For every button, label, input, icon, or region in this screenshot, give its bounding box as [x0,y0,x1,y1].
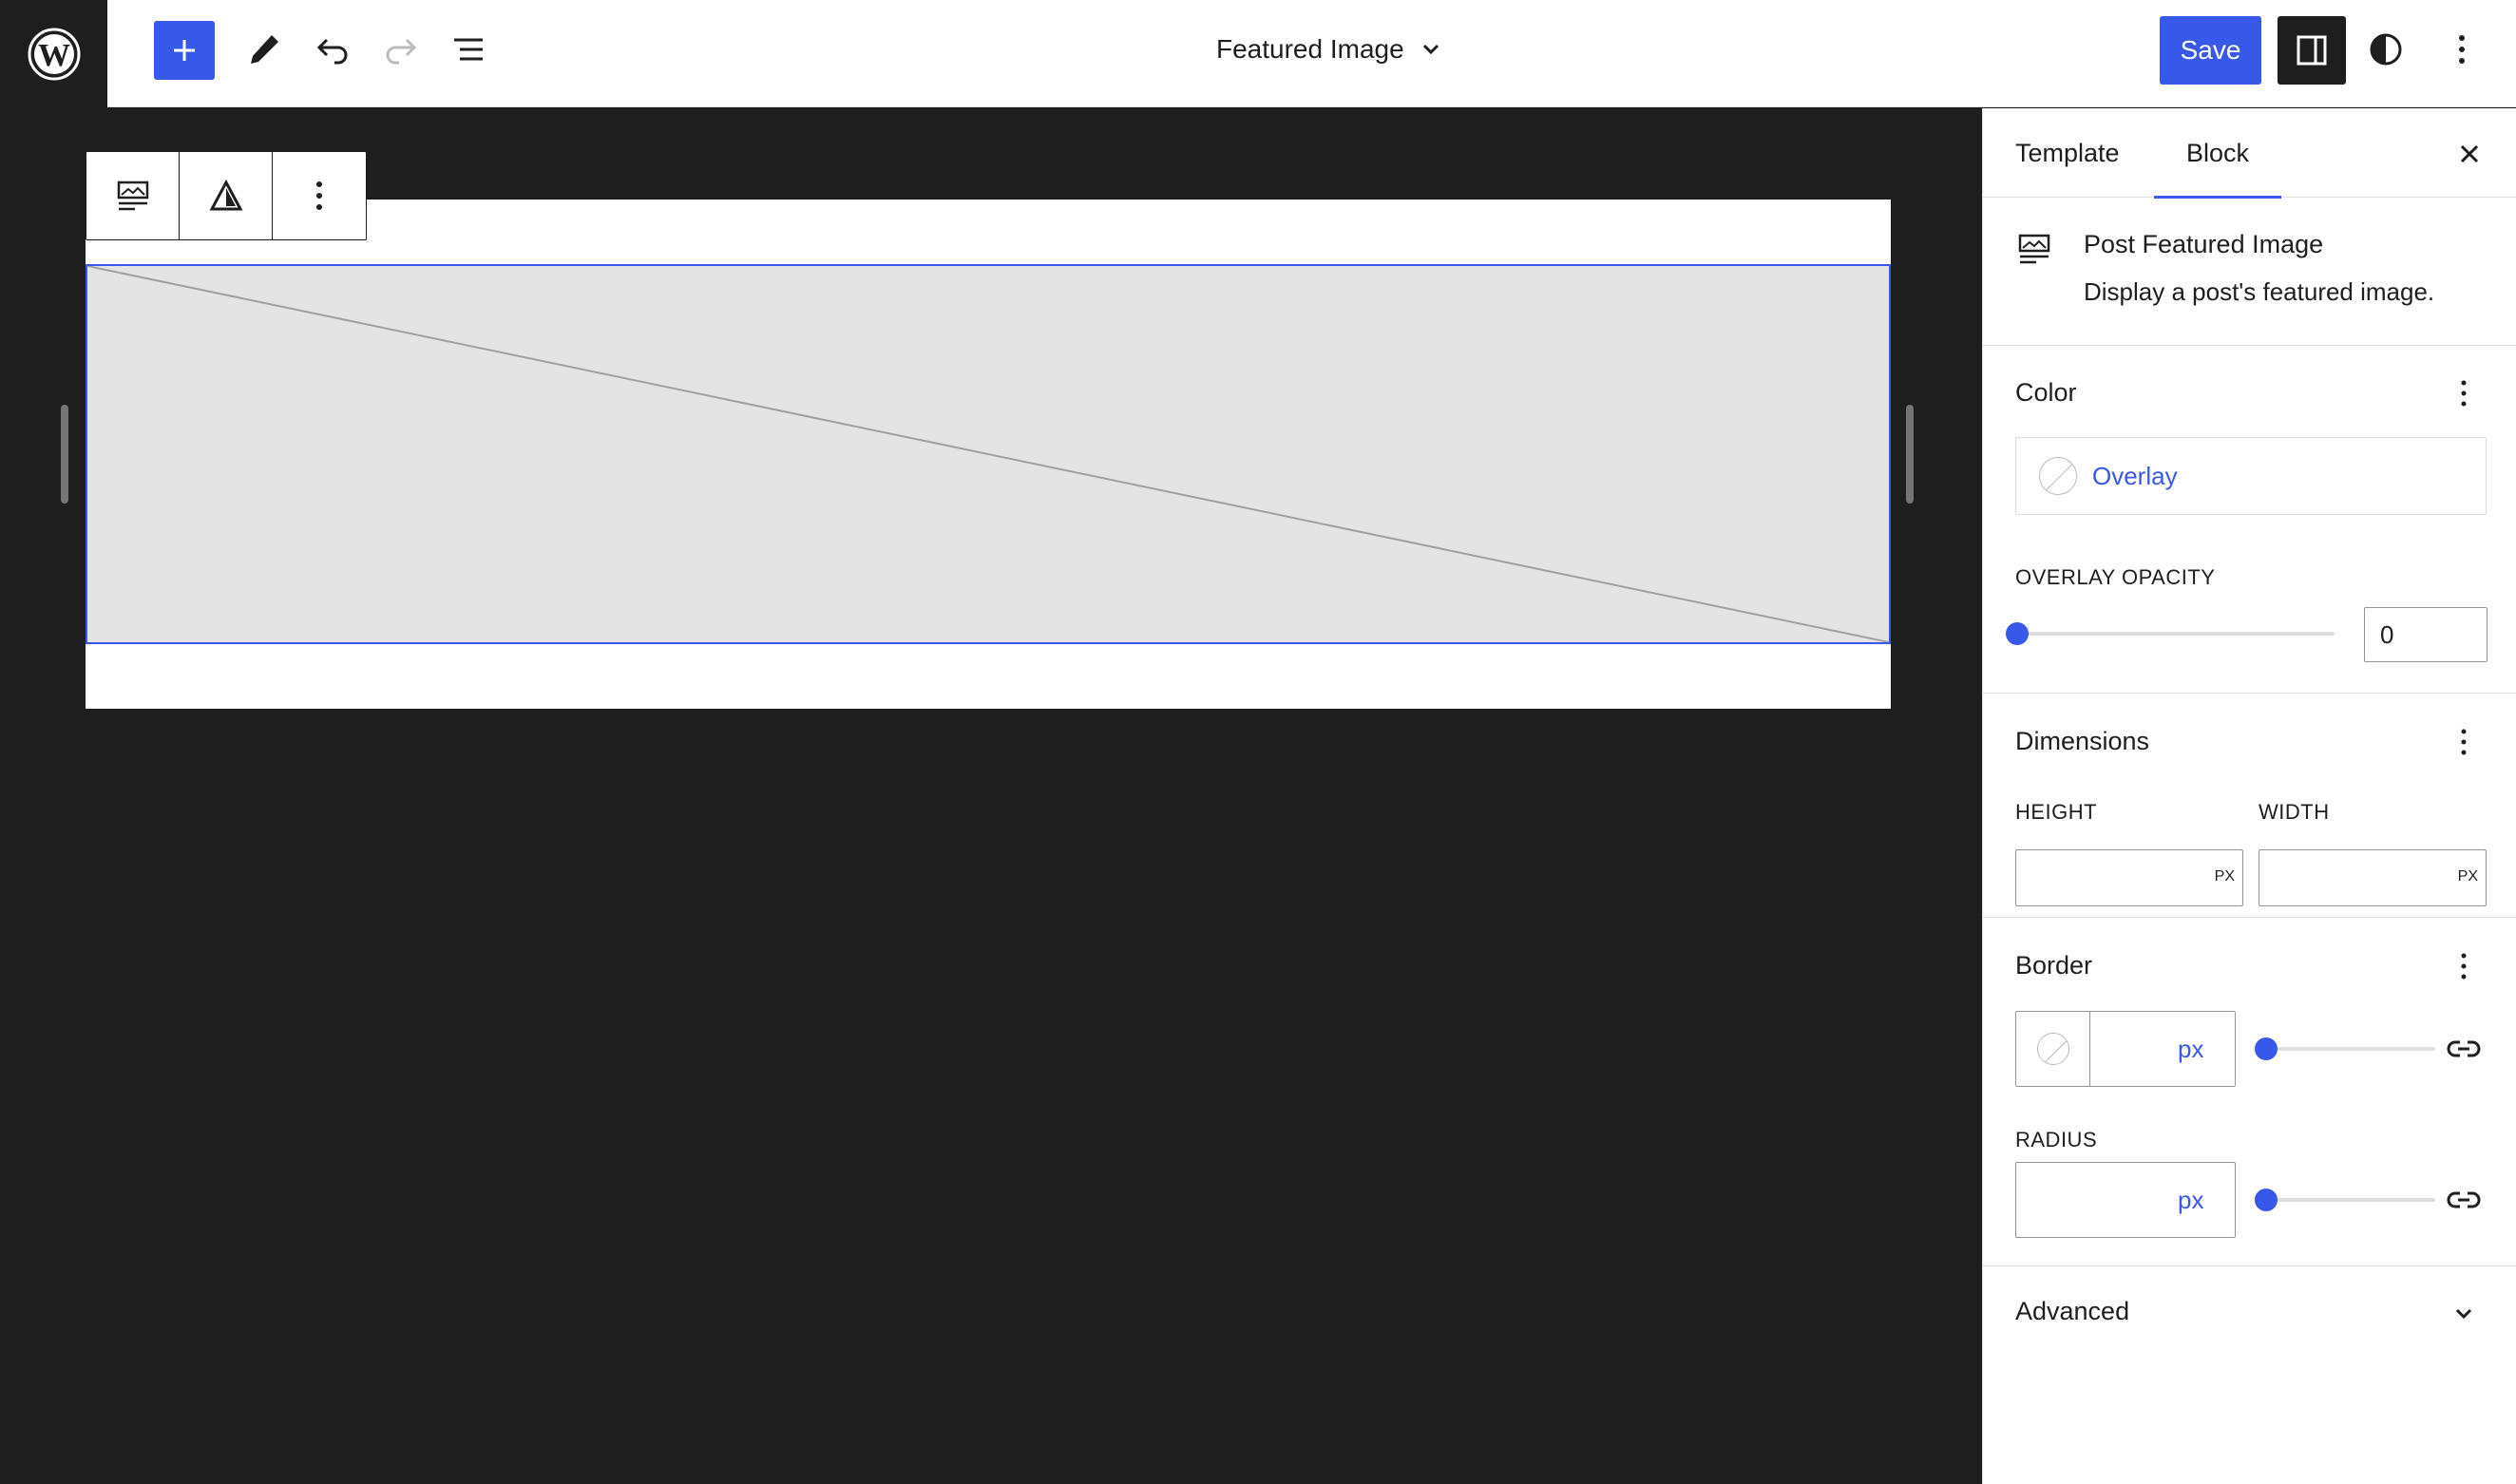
overlay-opacity-input[interactable]: 0 [2364,607,2487,662]
radius-input[interactable]: px [2015,1162,2236,1238]
wordpress-logo-icon[interactable]: W [0,0,107,107]
dimensions-panel: Dimensions HEIGHT WIDTH PX PX [1983,694,2516,918]
link-radius-button[interactable] [2443,1179,2485,1221]
block-toolbar [86,151,367,240]
border-color-button[interactable] [2016,1012,2090,1086]
empty-swatch-icon [2036,1033,2069,1065]
radius-label: RADIUS [2015,1128,2098,1151]
border-width-thumb[interactable] [2255,1037,2278,1060]
chevron-down-icon [2443,1293,2485,1335]
empty-swatch-icon [2039,457,2077,495]
color-panel-title: Color [2015,378,2077,407]
overlay-opacity-track[interactable] [2015,632,2335,636]
canvas-resize-handle-left[interactable] [61,405,68,504]
tab-template[interactable]: Template [2015,108,2120,198]
height-input[interactable]: PX [2015,849,2243,906]
warning-triangle-icon [208,179,243,211]
overlay-opacity-thumb[interactable] [2006,622,2029,645]
settings-toggle-button[interactable] [2278,16,2346,85]
list-view-icon [454,38,483,61]
redo-icon [386,38,417,65]
sidebar-panel-icon [2297,35,2327,66]
close-sidebar-button[interactable] [2449,133,2490,175]
radius-track[interactable] [2264,1198,2435,1202]
more-vertical-icon [2459,35,2465,64]
add-block-button[interactable] [154,21,215,80]
width-input[interactable]: PX [2259,849,2487,906]
width-label: WIDTH [2259,800,2330,824]
undo-icon [316,38,348,65]
editor-canvas [0,108,1982,1484]
tab-block[interactable]: Block [2154,108,2281,199]
overlay-warning-button[interactable] [180,152,273,239]
more-vertical-icon [2461,380,2467,407]
undo-button[interactable] [302,19,363,80]
dimensions-options-button[interactable] [2443,721,2485,763]
advanced-panel-title: Advanced [2015,1297,2130,1325]
border-width-track[interactable] [2264,1047,2435,1051]
svg-text:W: W [38,38,70,73]
color-options-button[interactable] [2443,372,2485,414]
link-sides-button[interactable] [2443,1028,2485,1070]
overlay-label: Overlay [2092,461,2178,490]
styles-button[interactable] [2355,19,2416,80]
featured-image-icon [2017,232,2051,271]
save-button[interactable]: Save [2160,16,2261,85]
link-icon [2447,1191,2481,1208]
border-panel-title: Border [2015,951,2093,980]
border-width-input[interactable]: px [2015,1011,2236,1087]
chevron-down-icon [1422,44,1439,55]
document-title-dropdown[interactable]: Featured Image [1216,29,1442,70]
border-panel: Border px RADIUS px [1983,918,2516,1266]
sidebar-tabs: Template Block [1983,108,2516,199]
radius-unit[interactable]: px [2178,1186,2203,1215]
border-width-unit[interactable]: px [2178,1035,2203,1064]
close-icon [2460,144,2479,163]
document-title: Featured Image [1216,34,1404,64]
canvas-resize-handle-right[interactable] [1906,405,1914,504]
options-menu-button[interactable] [2431,19,2492,80]
dimensions-panel-title: Dimensions [2015,727,2150,755]
featured-image-placeholder[interactable] [86,264,1891,644]
radius-thumb[interactable] [2255,1189,2278,1211]
advanced-panel-toggle[interactable]: Advanced [1983,1266,2516,1360]
document-overview-button[interactable] [439,19,500,80]
block-card-description: Display a post's featured image. [2084,277,2435,306]
placeholder-diagonal [87,266,1889,642]
featured-image-icon [117,181,148,211]
redo-button[interactable] [371,19,431,80]
link-icon [2447,1040,2481,1057]
more-vertical-icon [316,181,322,210]
block-card: Post Featured Image Display a post's fea… [1983,198,2516,346]
more-vertical-icon [2461,729,2467,755]
tab-template-label: Template [2015,138,2120,167]
pencil-icon [251,35,278,64]
block-card-title: Post Featured Image [2084,230,2324,258]
height-unit: PX [2214,868,2235,885]
block-options-button[interactable] [273,152,366,239]
editor-header: W Featured Image Save [0,0,2516,107]
plus-icon [174,40,195,61]
width-unit: PX [2457,868,2478,885]
color-panel: Color Overlay OVERLAY OPACITY 0 [1983,346,2516,694]
block-type-button[interactable] [86,152,180,239]
overlay-opacity-label: OVERLAY OPACITY [2015,565,2216,589]
settings-sidebar: Template Block Post Featured Image Displ… [1982,108,2516,1484]
height-label: HEIGHT [2015,800,2098,824]
contrast-icon [2370,33,2402,66]
border-options-button[interactable] [2443,945,2485,987]
more-vertical-icon [2461,953,2467,980]
overlay-color-picker[interactable]: Overlay [2015,437,2487,515]
tab-block-label: Block [2185,138,2250,167]
edit-tools-button[interactable] [234,19,295,80]
